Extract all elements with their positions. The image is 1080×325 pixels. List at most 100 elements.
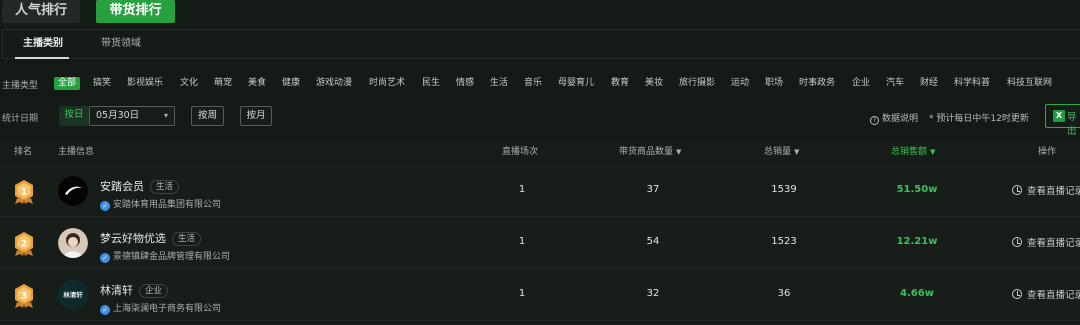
anchor-name[interactable]: 安踏会员 生活 xyxy=(100,178,180,194)
header-anchor-info: 主播信息 xyxy=(58,147,95,157)
verified-icon: ✓ xyxy=(100,305,110,315)
rank-number: 2 xyxy=(21,240,27,250)
company-name: ✓ 景德镇肆金品牌管理有限公司 xyxy=(100,249,230,263)
category-item[interactable]: 民生 xyxy=(422,77,440,90)
data-info-link[interactable]: ? 数据说明 xyxy=(870,111,918,125)
category-item[interactable]: 时尚艺术 xyxy=(369,77,405,90)
view-live-record-label: 查看直播记录 xyxy=(1027,290,1080,301)
category-item[interactable]: 运动 xyxy=(731,77,749,90)
anchor-name-text: 梦云好物优选 xyxy=(100,232,166,245)
chevron-down-icon: ▾ xyxy=(163,111,168,120)
rank-medal-icon: 2 xyxy=(12,231,36,257)
date-select[interactable]: 05月30日 ▾ xyxy=(89,106,175,126)
update-note: * 预计每日中午12时更新 xyxy=(929,114,1029,124)
header-goods-count-label: 带货商品数量 xyxy=(619,147,674,157)
sub-tab-bar: 主播类别 带货领域 xyxy=(2,29,1080,59)
gmv-value: 4.66w xyxy=(900,288,934,299)
category-item[interactable]: 汽车 xyxy=(886,77,904,90)
anchor-type-tag: 生活 xyxy=(150,180,180,194)
header-goods-count[interactable]: 带货商品数量 ▼ xyxy=(619,140,681,164)
sales-volume-value: 1523 xyxy=(771,236,797,247)
table-row[interactable]: 3 林清轩 林清轩 企业 ✓ 上海柒澜电子商务有限公司 1 32 36 4.66w … xyxy=(0,269,1080,321)
export-button[interactable]: X 导出 xyxy=(1045,104,1080,137)
view-live-record-link[interactable]: 查看直播记录 xyxy=(1012,287,1080,301)
view-live-record-link[interactable]: 查看直播记录 xyxy=(1012,235,1080,249)
category-item[interactable]: 文化 xyxy=(180,77,198,90)
tab-sales-ranking[interactable]: 带货排行 xyxy=(96,0,175,23)
sales-volume-value: 1539 xyxy=(771,184,797,195)
anchor-type-tag: 生活 xyxy=(172,232,202,246)
view-live-record-label: 查看直播记录 xyxy=(1027,238,1080,249)
category-item[interactable]: 企业 xyxy=(852,77,870,90)
subtab-sales-domain[interactable]: 带货领域 xyxy=(101,30,141,58)
company-name-text: 安踏体育用品集团有限公司 xyxy=(113,200,222,210)
company-name-text: 景德镇肆金品牌管理有限公司 xyxy=(113,252,231,262)
verified-icon: ✓ xyxy=(100,201,110,211)
category-item[interactable]: 游戏动漫 xyxy=(316,77,352,90)
category-item[interactable]: 搞笑 xyxy=(93,77,111,90)
excel-icon: X xyxy=(1053,110,1065,122)
category-item[interactable]: 影视娱乐 xyxy=(127,77,163,90)
header-gmv[interactable]: 总销售额 ▼ xyxy=(891,140,935,164)
by-month-button[interactable]: 按月 xyxy=(240,106,272,126)
by-day-button[interactable]: 按日 xyxy=(59,106,89,126)
table-row[interactable]: 1 安踏会员 生活 ✓ 安踏体育用品集团有限公司 1 37 1539 51.50w … xyxy=(0,165,1080,217)
tab-popularity-ranking[interactable]: 人气排行 xyxy=(2,0,80,23)
category-item[interactable]: 健康 xyxy=(282,77,300,90)
anchor-avatar[interactable] xyxy=(58,176,88,206)
date-select-value: 05月30日 xyxy=(96,110,140,121)
rank-medal-icon: 3 xyxy=(12,283,36,309)
category-item[interactable]: 科学科普 xyxy=(954,77,990,90)
category-item[interactable]: 财经 xyxy=(920,77,938,90)
rank-number: 1 xyxy=(21,188,27,198)
category-item[interactable]: 教育 xyxy=(611,77,629,90)
company-name-text: 上海柒澜电子商务有限公司 xyxy=(113,304,222,314)
anchor-avatar[interactable] xyxy=(58,228,88,258)
anchor-avatar[interactable]: 林清轩 xyxy=(58,280,88,310)
header-action: 操作 xyxy=(1038,147,1057,157)
subtab-anchor-category[interactable]: 主播类别 xyxy=(23,30,63,58)
gmv-value: 51.50w xyxy=(896,184,938,195)
category-item[interactable]: 时事政务 xyxy=(799,77,835,90)
category-item[interactable]: 情感 xyxy=(456,77,474,90)
category-item[interactable]: 职场 xyxy=(765,77,783,90)
view-live-record-link[interactable]: 查看直播记录 xyxy=(1012,183,1080,197)
category-item[interactable]: 美食 xyxy=(248,77,266,90)
company-name: ✓ 安踏体育用品集团有限公司 xyxy=(100,197,221,211)
date-filter-label: 统计日期 xyxy=(2,114,39,124)
by-week-button[interactable]: 按周 xyxy=(191,106,224,126)
header-sales-volume[interactable]: 总销量 ▼ xyxy=(764,140,799,164)
category-item[interactable]: 美妆 xyxy=(645,77,663,90)
verified-icon: ✓ xyxy=(100,253,110,263)
header-sessions: 直播场次 xyxy=(502,147,539,157)
category-item[interactable]: 全部 xyxy=(54,77,81,90)
sort-down-icon: ▼ xyxy=(676,148,682,156)
category-item[interactable]: 音乐 xyxy=(524,77,542,90)
anchor-name-text: 安踏会员 xyxy=(100,180,144,193)
rank-medal-icon: 1 xyxy=(12,179,36,205)
goods-count-value: 37 xyxy=(646,184,660,195)
question-icon: ? xyxy=(870,116,879,125)
clock-icon xyxy=(1012,289,1022,299)
category-item[interactable]: 科技互联网 xyxy=(1007,77,1052,90)
view-live-record-label: 查看直播记录 xyxy=(1027,186,1080,197)
header-gmv-label: 总销售额 xyxy=(891,147,928,157)
clock-icon xyxy=(1012,185,1022,195)
sessions-value: 1 xyxy=(518,236,526,247)
data-info-label: 数据说明 xyxy=(882,114,919,124)
anchor-name[interactable]: 梦云好物优选 生活 xyxy=(100,230,202,246)
category-item[interactable]: 生活 xyxy=(490,77,508,90)
rank-number: 3 xyxy=(21,292,27,302)
company-name: ✓ 上海柒澜电子商务有限公司 xyxy=(100,301,221,315)
anchor-name[interactable]: 林清轩 企业 xyxy=(100,282,169,298)
category-item[interactable]: 旅行摄影 xyxy=(679,77,715,90)
sales-volume-value: 36 xyxy=(777,288,791,299)
export-label: 导出 xyxy=(1067,112,1077,137)
active-tab-underline xyxy=(15,57,69,59)
goods-count-value: 54 xyxy=(646,236,660,247)
category-item[interactable]: 母婴育儿 xyxy=(558,77,594,90)
table-row[interactable]: 2 梦云好物优选 生活 ✓ 景德镇肆金品牌管理有限公司 1 54 1523 12.2… xyxy=(0,217,1080,269)
anchor-type-tag: 企业 xyxy=(139,284,169,298)
category-item[interactable]: 萌宠 xyxy=(214,77,232,90)
sort-down-icon: ▼ xyxy=(794,148,800,156)
